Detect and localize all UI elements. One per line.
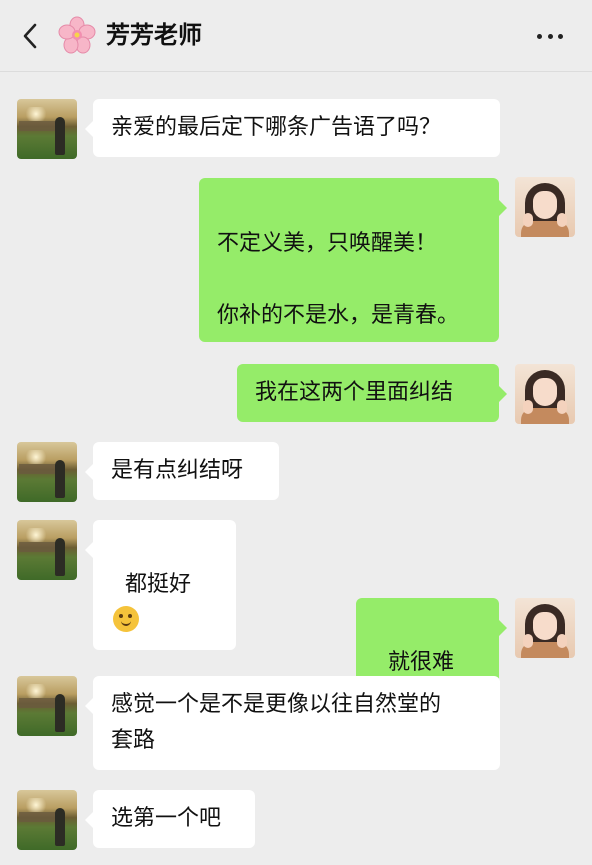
contact-avatar[interactable] [17,99,77,159]
message-text: 就很难 [388,650,455,675]
message-bubble-incoming[interactable]: 都挺好 [85,520,236,650]
cherry-blossom-icon [58,16,96,54]
my-avatar[interactable] [515,177,575,237]
chat-header: 芳芳老师 [0,0,592,72]
message-bubble-incoming[interactable]: 选第一个吧 [85,790,255,848]
chevron-left-icon[interactable] [16,20,44,52]
contact-avatar[interactable] [17,520,77,580]
hand-over-mouth-emoji-icon [113,606,139,632]
my-avatar[interactable] [515,364,575,424]
message-text: 都挺好 [125,572,192,597]
contact-avatar[interactable] [17,676,77,736]
chat-title: 芳芳老师 [106,21,202,49]
message-bubble-incoming[interactable]: 是有点纠结呀 [85,442,279,500]
message-bubble-outgoing[interactable]: 不定义美，只唤醒美！ 你补的不是水，是青春。 [199,178,507,342]
message-bubble-incoming[interactable]: 亲爱的最后定下哪条广告语了吗？ [85,99,500,157]
my-avatar[interactable] [515,598,575,658]
message-bubble-outgoing[interactable]: 我在这两个里面纠结 [237,364,507,422]
more-dots-icon[interactable] [533,24,567,48]
contact-avatar[interactable] [17,790,77,850]
contact-avatar[interactable] [17,442,77,502]
message-bubble-incoming[interactable]: 感觉一个是不是更像以往自然堂的 套路 [85,676,500,770]
